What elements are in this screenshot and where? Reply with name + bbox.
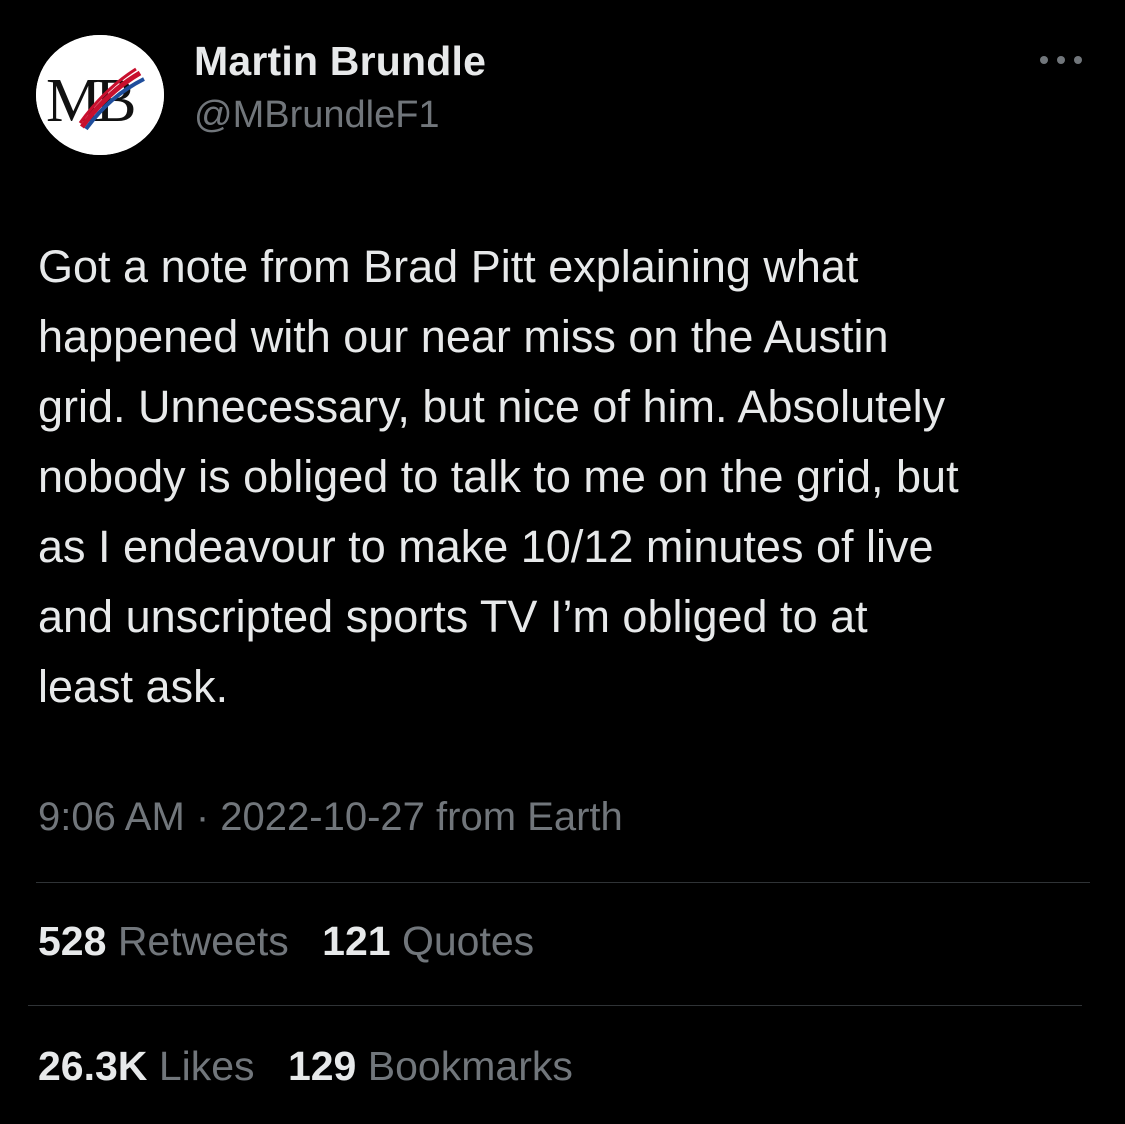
retweets-stat[interactable]: 528 Retweets <box>38 918 289 964</box>
engagement-stats-row: 528 Retweets 121 Quotes <box>38 918 556 965</box>
tweet-text: Got a note from Brad Pitt explaining wha… <box>38 241 959 712</box>
bookmarks-count: 129 <box>287 1043 357 1089</box>
avatar[interactable]: MB <box>36 35 164 155</box>
bookmarks-label: Bookmarks <box>367 1043 573 1089</box>
mb-logo-icon: MB <box>36 35 164 155</box>
more-button[interactable] <box>1036 48 1086 72</box>
author-name[interactable]: Martin Brundle <box>194 38 486 85</box>
retweets-count: 528 <box>38 918 107 964</box>
likes-stat[interactable]: 26.3K Likes <box>38 1043 255 1089</box>
tweet-timestamp-source[interactable]: 9:06 AM · 2022-10-27 from Earth <box>38 795 623 840</box>
engagement-stats-row: 26.3K Likes 129 Bookmarks <box>38 1043 595 1090</box>
author-handle[interactable]: @MBrundleF1 <box>194 94 440 137</box>
divider <box>36 882 1090 883</box>
more-horizontal-icon <box>1040 56 1082 64</box>
likes-label: Likes <box>158 1043 255 1089</box>
quotes-stat[interactable]: 121 Quotes <box>322 918 534 964</box>
bookmarks-stat[interactable]: 129 Bookmarks <box>288 1043 573 1089</box>
quotes-label: Quotes <box>401 918 535 964</box>
retweets-label: Retweets <box>117 918 289 964</box>
divider <box>28 1005 1082 1006</box>
likes-count: 26.3K <box>38 1043 148 1089</box>
quotes-count: 121 <box>322 918 391 964</box>
tweet-detail: MB Martin Brundle @MBrundleF1 Got a note… <box>0 0 1125 1124</box>
